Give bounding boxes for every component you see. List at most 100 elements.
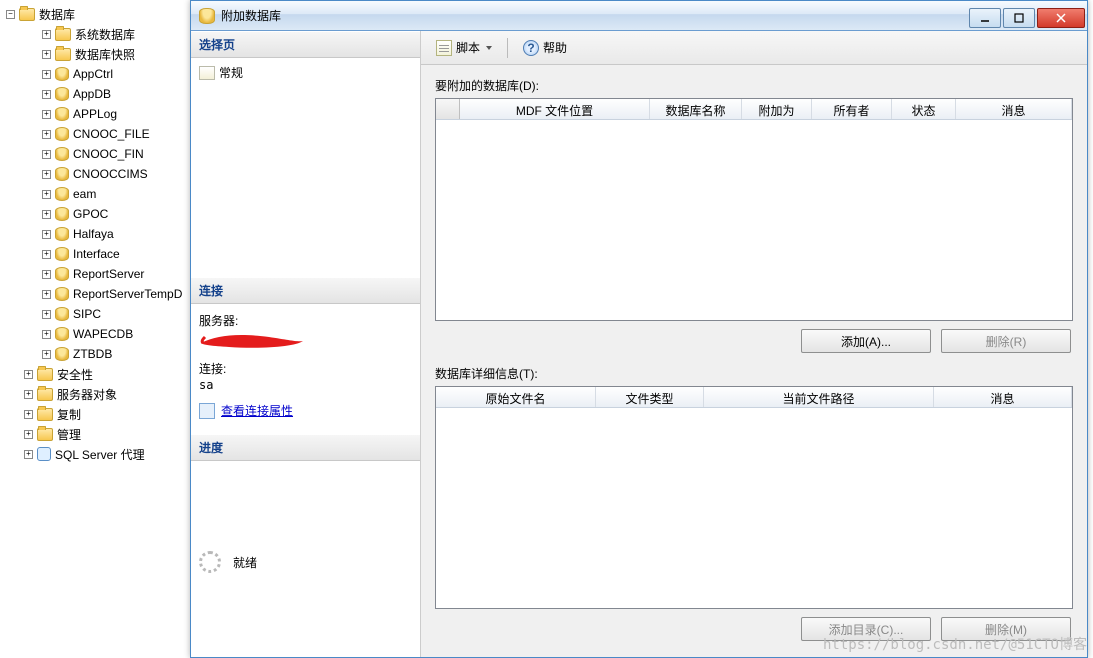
tree-node[interactable]: +复制 xyxy=(2,404,190,424)
connection-label: 连接: xyxy=(199,360,412,377)
expand-icon[interactable]: + xyxy=(42,290,51,299)
tree-node[interactable]: + AppDB xyxy=(2,84,190,104)
tree-label: CNOOC_FIN xyxy=(73,147,144,161)
tree-label: Halfaya xyxy=(73,227,114,241)
expand-icon[interactable]: + xyxy=(42,310,51,319)
tree-node[interactable]: +数据库快照 xyxy=(2,44,190,64)
folder-icon xyxy=(37,428,53,441)
page-item-general[interactable]: 常规 xyxy=(199,64,412,81)
db-icon xyxy=(55,127,69,141)
script-dropdown-button[interactable]: 脚本 xyxy=(429,37,499,59)
expand-icon[interactable]: + xyxy=(42,70,51,79)
folder-icon xyxy=(55,48,71,61)
tree-node[interactable]: +GPOC xyxy=(2,204,190,224)
separator xyxy=(507,38,508,58)
expand-icon[interactable]: + xyxy=(24,450,33,459)
expand-icon[interactable]: + xyxy=(24,370,33,379)
col-current-path[interactable]: 当前文件路径 xyxy=(704,387,934,407)
select-page-header: 选择页 xyxy=(191,31,420,58)
expand-icon[interactable]: + xyxy=(42,90,51,99)
expand-icon[interactable]: + xyxy=(24,430,33,439)
remove-detail-button[interactable]: 删除(M) xyxy=(941,617,1071,641)
tree-node[interactable]: +Interface xyxy=(2,244,190,264)
tree-node[interactable]: +CNOOCCIMS xyxy=(2,164,190,184)
expand-icon[interactable]: + xyxy=(24,410,33,419)
tree-node[interactable]: +eam xyxy=(2,184,190,204)
col-owner[interactable]: 所有者 xyxy=(812,99,892,119)
col-detail-message[interactable]: 消息 xyxy=(934,387,1072,407)
tree-node[interactable]: +ZTBDB xyxy=(2,344,190,364)
expand-icon[interactable]: + xyxy=(42,170,51,179)
close-button[interactable] xyxy=(1037,8,1085,28)
tree-node[interactable]: +安全性 xyxy=(2,364,190,384)
tree-node[interactable]: + CNOOC_FIN xyxy=(2,144,190,164)
dialog-main-panel: 脚本 ? 帮助 要附加的数据库(D): MDF 文件位置 数据库名称 附加为 xyxy=(421,31,1087,657)
database-details-grid[interactable]: 原始文件名 文件类型 当前文件路径 消息 xyxy=(435,386,1073,609)
maximize-button[interactable] xyxy=(1003,8,1035,28)
tree-node[interactable]: +CNOOC_FILE xyxy=(2,124,190,144)
connection-header: 连接 xyxy=(191,277,420,304)
col-mdf-location[interactable]: MDF 文件位置 xyxy=(460,99,650,119)
col-attach-as[interactable]: 附加为 xyxy=(742,99,812,119)
col-status[interactable]: 状态 xyxy=(892,99,956,119)
add-button[interactable]: 添加(A)... xyxy=(801,329,931,353)
tree-label: APPLog xyxy=(73,107,117,121)
expand-icon[interactable]: + xyxy=(42,230,51,239)
spinner-icon xyxy=(199,551,221,573)
view-connection-properties-link[interactable]: 查看连接属性 xyxy=(221,402,293,419)
col-message[interactable]: 消息 xyxy=(956,99,1072,119)
tree-label: AppDB xyxy=(73,87,111,101)
expand-icon[interactable]: + xyxy=(42,350,51,359)
expand-icon[interactable]: + xyxy=(42,330,51,339)
expand-icon[interactable]: + xyxy=(42,190,51,199)
tree-node[interactable]: +ReportServer xyxy=(2,264,190,284)
server-label: 服务器: xyxy=(199,312,412,329)
dialog-side-panel: 选择页 常规 连接 服务器: 连接: sa xyxy=(191,31,421,657)
tree-label: ReportServerTempD xyxy=(73,287,182,301)
expand-icon[interactable]: + xyxy=(42,250,51,259)
expand-icon[interactable]: + xyxy=(42,50,51,59)
tree-node[interactable]: + SIPC xyxy=(2,304,190,324)
expand-icon[interactable]: + xyxy=(42,110,51,119)
tree-node[interactable]: +管理 xyxy=(2,424,190,444)
dialog-titlebar[interactable]: 附加数据库 xyxy=(191,1,1087,31)
col-db-name[interactable]: 数据库名称 xyxy=(650,99,742,119)
expand-icon[interactable]: + xyxy=(42,130,51,139)
tree-node[interactable]: +系统数据库 xyxy=(2,24,190,44)
db-icon xyxy=(55,107,69,121)
tree-node-databases[interactable]: − 数据库 xyxy=(2,4,190,24)
tree-node[interactable]: +SQL Server 代理 xyxy=(2,444,190,464)
tree-node[interactable]: +AppCtrl xyxy=(2,64,190,84)
minimize-button[interactable] xyxy=(969,8,1001,28)
col-file-type[interactable]: 文件类型 xyxy=(596,387,704,407)
expand-icon[interactable]: + xyxy=(42,270,51,279)
collapse-icon[interactable]: − xyxy=(6,10,15,19)
tree-node[interactable]: + APPLog xyxy=(2,104,190,124)
tree-label: 数据库 xyxy=(39,6,75,23)
remove-button[interactable]: 删除(R) xyxy=(941,329,1071,353)
tree-label: WAPECDB xyxy=(73,327,133,341)
col-orig-filename[interactable]: 原始文件名 xyxy=(436,387,596,407)
tree-node[interactable]: + 服务器对象 xyxy=(2,384,190,404)
script-label: 脚本 xyxy=(456,39,480,56)
expand-icon[interactable]: + xyxy=(42,210,51,219)
tree-node[interactable]: + ReportServerTempD xyxy=(2,284,190,304)
expand-icon[interactable]: + xyxy=(42,150,51,159)
dialog-toolbar: 脚本 ? 帮助 xyxy=(421,31,1087,65)
databases-to-attach-label: 要附加的数据库(D): xyxy=(435,77,1073,94)
script-icon xyxy=(436,40,452,56)
tree-node[interactable]: + Halfaya xyxy=(2,224,190,244)
progress-status: 就绪 xyxy=(191,461,420,657)
details-grid-header: 原始文件名 文件类型 当前文件路径 消息 xyxy=(436,387,1072,408)
expand-icon[interactable]: + xyxy=(24,390,33,399)
tree-label: 服务器对象 xyxy=(57,386,117,403)
expand-icon[interactable]: + xyxy=(42,30,51,39)
help-button[interactable]: ? 帮助 xyxy=(516,37,574,59)
object-explorer-tree[interactable]: − 数据库 +系统数据库+数据库快照+AppCtrl+AppDB+APPLog+… xyxy=(0,0,190,658)
tree-node[interactable]: + WAPECDB xyxy=(2,324,190,344)
tree-label: SIPC xyxy=(73,307,101,321)
database-details-label: 数据库详细信息(T): xyxy=(435,365,1073,382)
add-directory-button[interactable]: 添加目录(C)... xyxy=(801,617,931,641)
folder-icon xyxy=(37,368,53,381)
attach-databases-grid[interactable]: MDF 文件位置 数据库名称 附加为 所有者 状态 消息 xyxy=(435,98,1073,321)
